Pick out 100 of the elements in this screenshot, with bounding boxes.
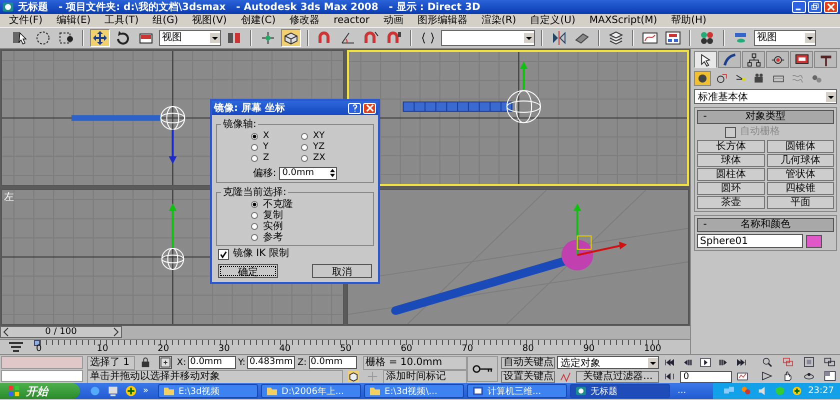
- menu-item[interactable]: 帮助(H): [664, 14, 714, 27]
- radio-option[interactable]: Z: [251, 153, 301, 164]
- menu-item[interactable]: MAXScript(M): [582, 14, 664, 27]
- restore-button[interactable]: [808, 1, 822, 13]
- object-type-button[interactable]: 圆环: [697, 182, 764, 195]
- script-listener-field[interactable]: [1, 370, 83, 382]
- taskbar-button[interactable]: 计算机三维...: [466, 384, 567, 398]
- offset-label: 偏移:: [252, 167, 276, 180]
- category-dropdown[interactable]: 标准基本体: [694, 89, 837, 104]
- maximize-viewport-button[interactable]: [822, 370, 838, 382]
- absolute-mode-icon[interactable]: [158, 356, 172, 369]
- plus-circle-icon[interactable]: [125, 385, 137, 397]
- menu-item[interactable]: 组(G): [146, 14, 186, 27]
- key-filters-button[interactable]: 关键点过滤器...: [576, 370, 660, 382]
- object-type-button[interactable]: 茶壶: [697, 196, 764, 209]
- set-key-button[interactable]: 设置关键点: [501, 370, 556, 382]
- track-bar[interactable]: 0 10 20 30 40 50 60 70 80 90 100: [34, 340, 664, 354]
- box-icon[interactable]: [348, 371, 359, 382]
- box-tool-button[interactable]: [281, 29, 301, 47]
- sphere-icon: [696, 72, 709, 85]
- time-configuration-button[interactable]: [735, 370, 750, 382]
- frame-field[interactable]: 0: [680, 370, 732, 382]
- field-of-view-button[interactable]: [759, 370, 774, 382]
- axis-arrow-drawing: [519, 61, 528, 90]
- time-slider-thumb[interactable]: 0 / 100: [0, 326, 122, 338]
- hammer-tab[interactable]: [814, 51, 837, 68]
- curve-tab[interactable]: [718, 51, 741, 68]
- object-name-field[interactable]: Sphere01: [697, 234, 803, 248]
- frame-label: 20: [158, 345, 170, 354]
- menu-item[interactable]: 文件(F): [2, 14, 50, 27]
- y-coordinate-field[interactable]: 0.483mm: [247, 356, 296, 369]
- object-type-button[interactable]: 管状体: [766, 168, 834, 181]
- monitor-tab[interactable]: [790, 51, 813, 68]
- dropdown[interactable]: 视图: [754, 30, 816, 46]
- object-type-button[interactable]: 四棱锥: [766, 182, 834, 195]
- key-set-dropdown[interactable]: 选定对象: [557, 356, 660, 369]
- object-type-button[interactable]: 圆柱体: [697, 168, 764, 181]
- object-type-button[interactable]: 几何球体: [766, 154, 834, 167]
- object-type-button[interactable]: 平面: [766, 196, 834, 209]
- radio-option[interactable]: YZ: [301, 142, 351, 153]
- pan-icon: [782, 370, 794, 382]
- zoom-extents-button[interactable]: [801, 356, 816, 368]
- zoom-extents-all-button[interactable]: [822, 356, 838, 368]
- motion-tab[interactable]: [766, 51, 789, 68]
- key-curve-icon[interactable]: [560, 371, 572, 382]
- menu-item[interactable]: 渲染(R): [474, 14, 524, 27]
- menu-item[interactable]: 创建(C): [234, 14, 283, 27]
- lock-icon[interactable]: [140, 357, 151, 368]
- dropdown[interactable]: 视图: [159, 30, 221, 46]
- cursor-tab[interactable]: [694, 51, 717, 68]
- app-icon: [2, 1, 14, 13]
- menu-item[interactable]: 自定义(U): [523, 14, 582, 27]
- taskbar-button[interactable]: ...: [672, 384, 697, 398]
- radio-option[interactable]: XY: [301, 131, 351, 142]
- taskbar-button[interactable]: 无标题: [570, 384, 670, 398]
- offset-field[interactable]: 0.0mm: [279, 166, 338, 180]
- help-button[interactable]: [348, 102, 361, 114]
- desktop-icon[interactable]: [107, 385, 119, 397]
- rollout-header[interactable]: - 名称和颜色: [697, 218, 834, 232]
- time-tag-field[interactable]: 添加时间标记: [382, 370, 467, 384]
- auto-key-button[interactable]: 自动关键点: [501, 356, 556, 368]
- dropdown[interactable]: [441, 30, 535, 46]
- play-button[interactable]: [698, 356, 714, 368]
- object-type-button[interactable]: 长方体: [697, 140, 764, 153]
- orbit-icon: [802, 370, 815, 382]
- color-swatch[interactable]: [806, 234, 822, 248]
- menu-item[interactable]: 动画: [376, 14, 410, 27]
- radio-option[interactable]: X: [251, 131, 301, 142]
- x-coordinate-field[interactable]: 0.0mm: [188, 356, 236, 369]
- object-type-button[interactable]: 圆锥体: [766, 140, 834, 153]
- menu-item[interactable]: 修改器: [282, 14, 327, 27]
- taskbar-button[interactable]: D:\2006年上...: [260, 384, 361, 398]
- app-icon: [574, 386, 587, 396]
- script-listener-field[interactable]: [1, 356, 83, 368]
- orbit-button[interactable]: [801, 370, 816, 382]
- rollout-header[interactable]: - 对象类型: [697, 110, 834, 124]
- hierarchy-tab[interactable]: [742, 51, 765, 68]
- cancel-button[interactable]: 取消: [312, 264, 372, 278]
- key-icon[interactable]: [472, 364, 494, 374]
- menu-item[interactable]: 编辑(E): [50, 14, 98, 27]
- menu-item[interactable]: reactor: [326, 14, 376, 27]
- radio-option[interactable]: Y: [251, 142, 301, 153]
- z-coordinate-field[interactable]: 0.0mm: [308, 356, 357, 369]
- sphere-category-button[interactable]: [694, 71, 711, 86]
- plus-circle-icon[interactable]: [791, 386, 804, 396]
- close-button[interactable]: [824, 1, 838, 13]
- menu-item[interactable]: 工具(T): [98, 14, 146, 27]
- sphere-wireframe-drawing: [160, 106, 186, 130]
- move-tool-button[interactable]: [90, 29, 110, 47]
- frame-label: 60: [400, 345, 412, 354]
- taskbar-button[interactable]: E:\3d视频: [158, 384, 258, 398]
- object-type-button[interactable]: 球体: [697, 154, 764, 167]
- close-button[interactable]: [363, 102, 376, 114]
- taskbar-button[interactable]: E:\3d视频\...: [364, 384, 464, 398]
- minimize-button[interactable]: [792, 1, 806, 13]
- schematic-tool-button[interactable]: [663, 29, 683, 47]
- radio-option[interactable]: ZX: [301, 153, 351, 164]
- menu-item[interactable]: 视图(V): [185, 14, 234, 27]
- menu-item[interactable]: 图形编辑器: [410, 14, 474, 27]
- overflow-chevron[interactable]: »: [143, 386, 149, 396]
